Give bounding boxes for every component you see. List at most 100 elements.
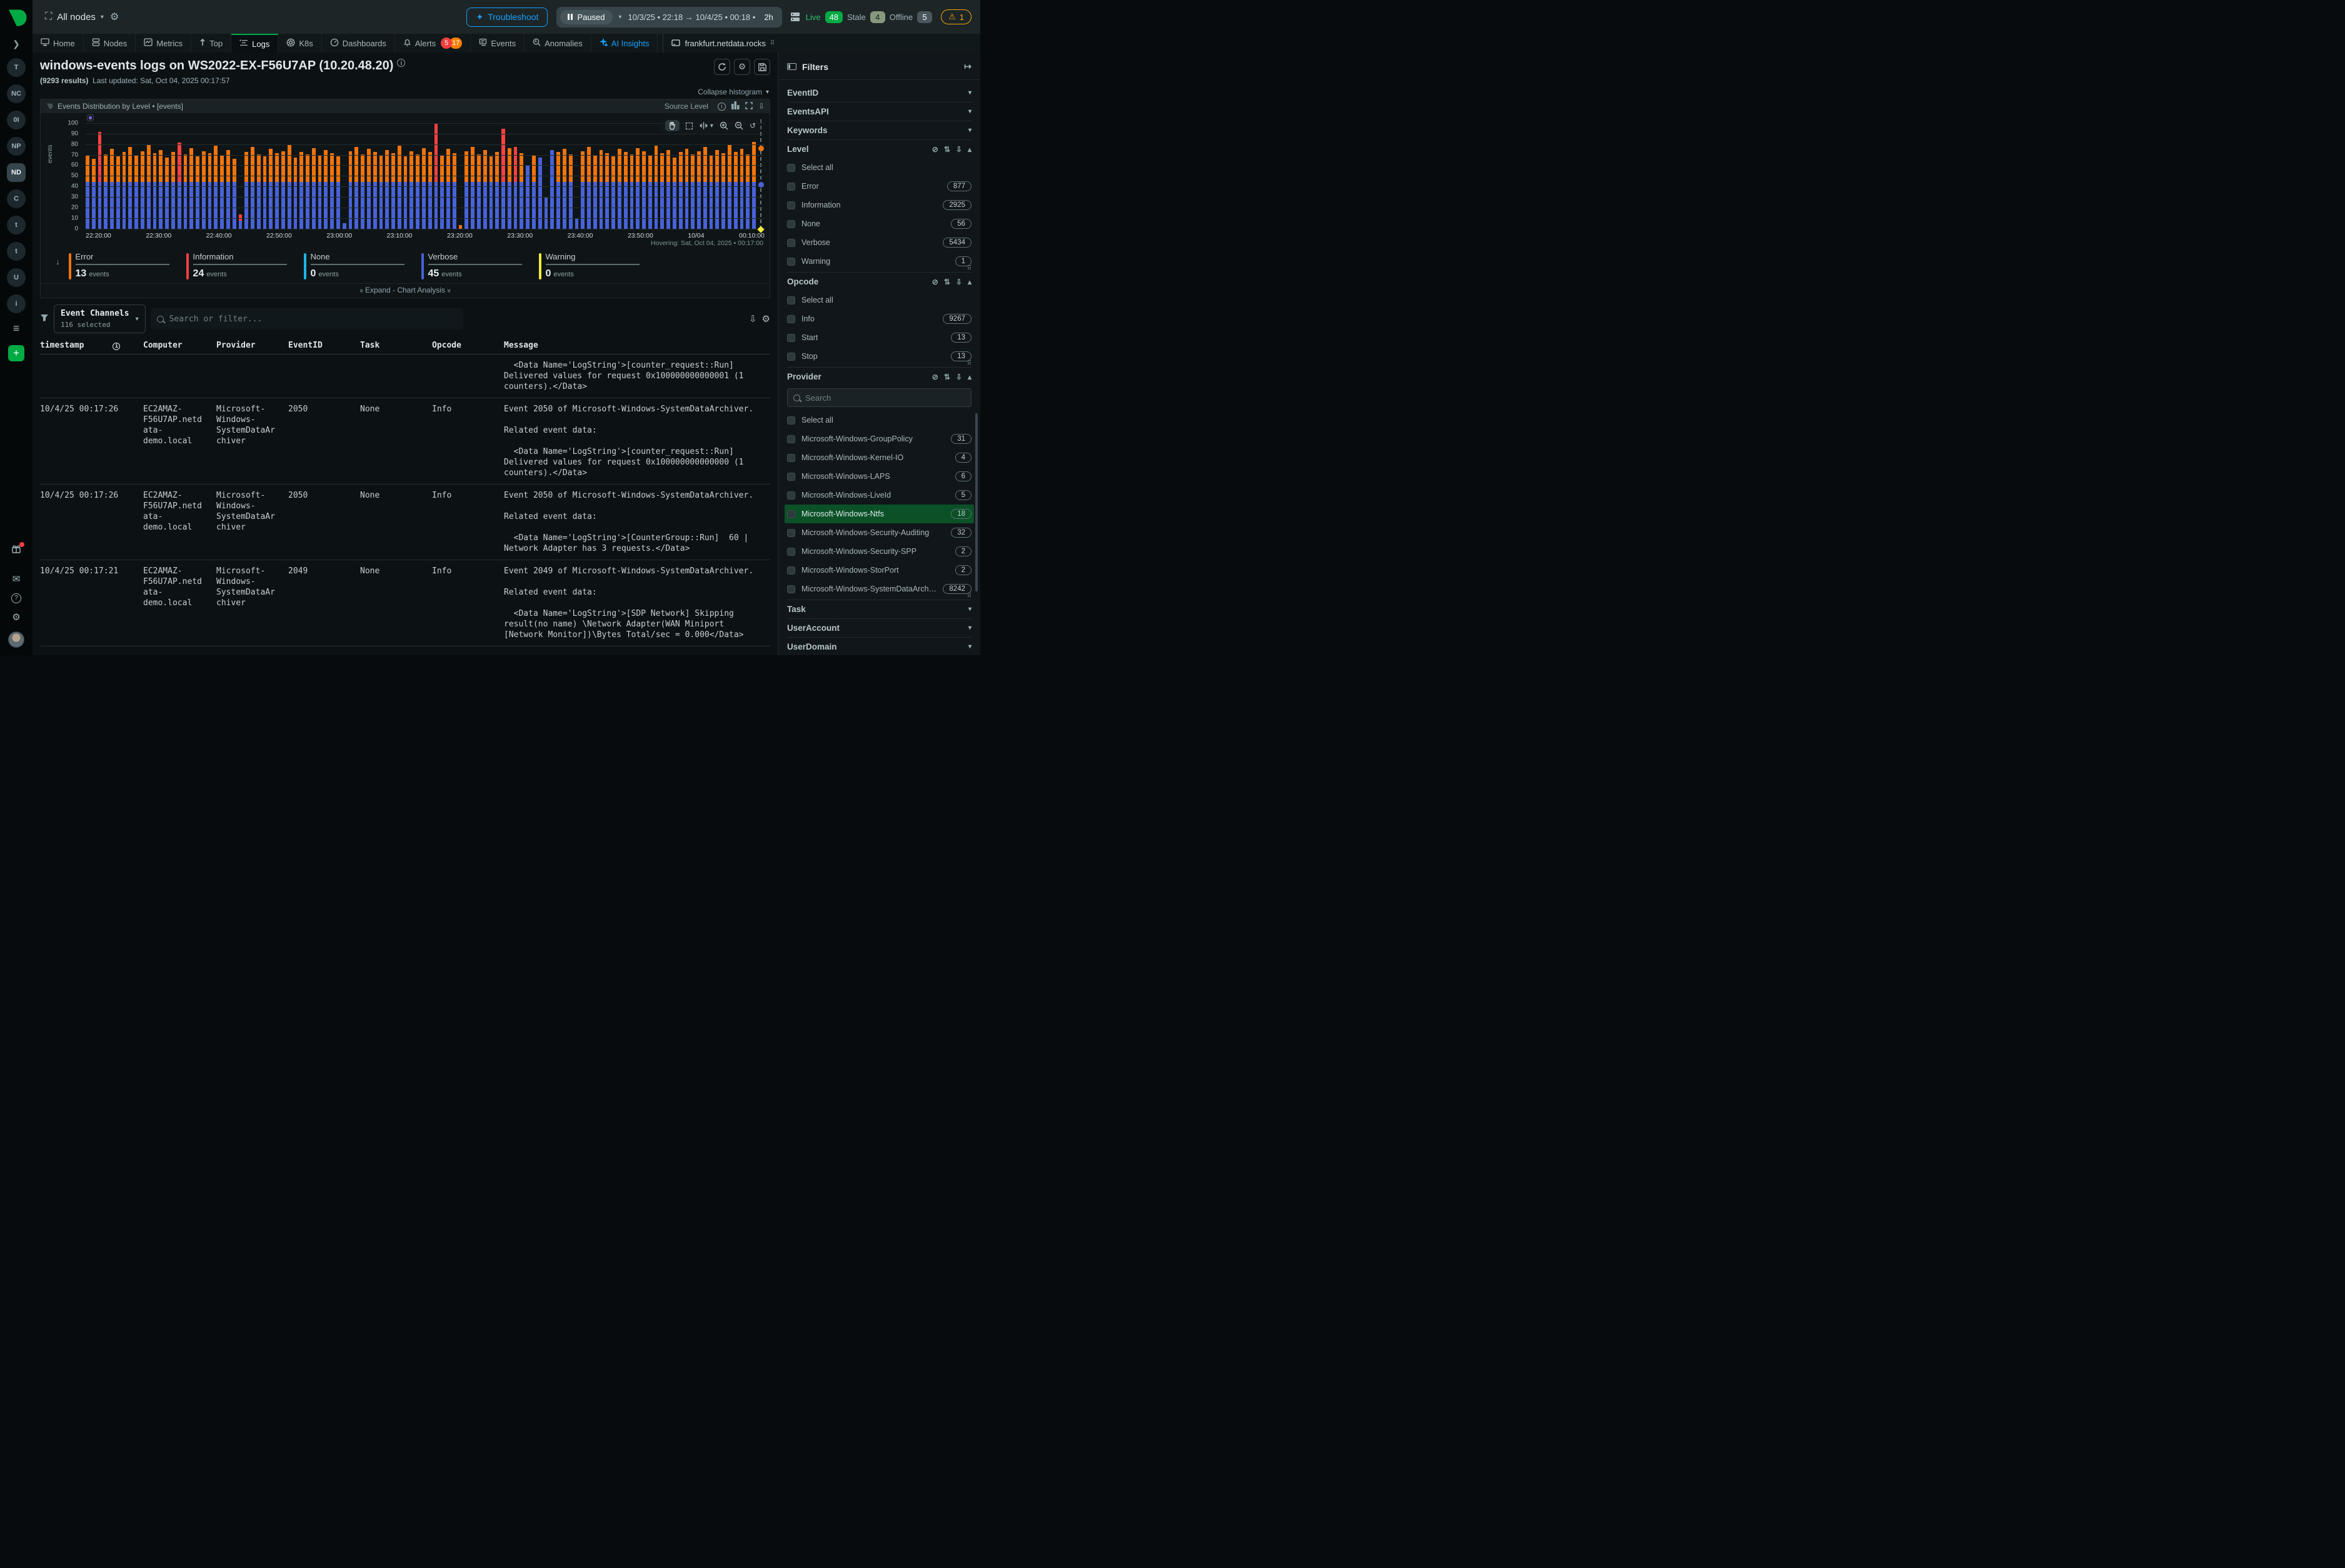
histogram-bar[interactable] (434, 124, 438, 229)
checkbox[interactable] (787, 548, 795, 556)
legend-sort-icon[interactable]: ↓ (56, 257, 60, 266)
workspace-avatar[interactable]: t (7, 242, 26, 261)
histogram-bar[interactable] (728, 145, 731, 229)
filter-option[interactable]: Verbose5434 (787, 233, 972, 252)
info-icon[interactable]: i (718, 103, 726, 111)
node-scope-selector[interactable]: ⛶ All nodes ▾ (45, 11, 104, 23)
histogram-bar[interactable] (563, 149, 566, 229)
checkbox[interactable] (787, 585, 795, 593)
histogram-bar[interactable] (685, 149, 689, 229)
filter-header-useraccount[interactable]: UserAccount▾ (787, 619, 972, 637)
histogram-bar[interactable] (587, 147, 591, 229)
pan-tool-icon[interactable] (665, 120, 680, 131)
fullscreen-icon[interactable] (745, 102, 753, 111)
download-icon[interactable]: ⇩ (956, 373, 962, 381)
histogram-bar[interactable] (446, 149, 450, 229)
legend-item-error[interactable]: Error13events (69, 252, 186, 279)
sort-icon[interactable]: ⇅ (944, 278, 950, 286)
tab-dashboards[interactable]: Dashboards (322, 34, 395, 53)
filter-header-eventsapi[interactable]: EventsAPI▾ (787, 103, 972, 121)
sort-icon[interactable]: ⇅ (944, 373, 950, 381)
histogram-chart[interactable]: events 1009080706050403020100 ▾ ↺ 22:20:… (41, 113, 770, 246)
checkbox[interactable] (787, 201, 795, 209)
column-header-message[interactable]: Message (504, 341, 770, 350)
histogram-bar[interactable] (159, 150, 163, 229)
histogram-bar[interactable] (508, 148, 511, 229)
menu-icon[interactable]: ≡ (13, 322, 20, 335)
filter-option[interactable]: Microsoft-Windows-Security-SPP2 (787, 542, 972, 561)
filter-header-task[interactable]: Task▾ (787, 600, 972, 618)
pause-button[interactable]: Paused (560, 10, 612, 24)
checkbox[interactable] (787, 416, 795, 425)
histogram-bar[interactable] (385, 150, 389, 229)
save-button[interactable] (754, 59, 770, 75)
download-icon[interactable]: ⇩ (956, 278, 962, 286)
tab-alerts[interactable]: Alerts517 (395, 34, 471, 53)
zoom-out-icon[interactable] (735, 121, 743, 130)
collapse-histogram-link[interactable]: Collapse histogram▾ (698, 88, 769, 96)
select-tool-icon[interactable] (686, 123, 693, 129)
histogram-bar[interactable] (655, 146, 658, 229)
help-icon[interactable]: ? (11, 593, 21, 603)
histogram-bar[interactable] (269, 149, 273, 229)
add-space-button[interactable]: + (8, 345, 24, 361)
exclude-icon[interactable]: ⊘ (932, 278, 938, 286)
invite-icon[interactable]: ✉ (13, 575, 21, 584)
export-icon[interactable]: ⇩ (749, 313, 757, 324)
histogram-bar[interactable] (483, 150, 487, 229)
scope-settings-icon[interactable]: ⚙ (110, 11, 119, 23)
histogram-bar[interactable] (98, 132, 102, 229)
column-header-eventid[interactable]: EventID (288, 341, 360, 350)
filter-option[interactable]: Microsoft-Windows-SystemDataArchiver8242 (787, 580, 972, 598)
histogram-bar[interactable] (354, 147, 358, 229)
column-header-computer[interactable]: Computer (143, 341, 216, 350)
sort-icon[interactable]: ⇅ (944, 145, 950, 154)
user-avatar[interactable] (8, 631, 24, 648)
histogram-bar[interactable] (703, 147, 707, 229)
checkbox[interactable] (787, 566, 795, 575)
filter-option[interactable]: Microsoft-Windows-Kernel-IO4 (787, 448, 972, 467)
histogram-bar[interactable] (545, 198, 548, 229)
column-header-task[interactable]: Task (360, 341, 432, 350)
table-row[interactable]: 10/4/25 00:17:26EC2AMAZ- F56U7AP.netd at… (40, 485, 770, 560)
column-header-provider[interactable]: Provider (216, 341, 288, 350)
drag-handle-icon[interactable]: ⠿ (770, 40, 774, 47)
histogram-bar[interactable] (110, 149, 114, 229)
table-row[interactable]: 10/4/25 00:17:21EC2AMAZ- F56U7AP.netd at… (40, 560, 770, 646)
histogram-bar[interactable] (214, 146, 218, 229)
tab-metrics[interactable]: Metrics (136, 34, 191, 53)
histogram-bar[interactable] (550, 150, 554, 229)
settings-icon[interactable]: ⚙ (12, 613, 20, 622)
checkbox[interactable] (787, 239, 795, 247)
histogram-bar[interactable] (422, 148, 426, 229)
table-row[interactable]: 10/4/25 00:17:21EC2AMAZ- F56U7AP.netd at… (40, 646, 770, 648)
column-header-timestamp[interactable]: timestampi (40, 341, 143, 350)
checkbox[interactable] (787, 183, 795, 191)
histogram-bar[interactable] (715, 150, 719, 229)
checkbox[interactable] (787, 473, 795, 481)
histogram-bar[interactable] (312, 148, 316, 229)
histogram-plot[interactable]: 1009080706050403020100 (86, 119, 765, 229)
provider-search-input[interactable]: Search (787, 388, 972, 407)
filter-header-eventid[interactable]: EventID▾ (787, 84, 972, 102)
event-channels-dropdown[interactable]: Event Channels116 selected ▾ (54, 304, 146, 333)
filter-option[interactable]: Information2925 (787, 196, 972, 214)
checkbox[interactable] (787, 353, 795, 361)
scrollbar-thumb[interactable] (975, 413, 978, 591)
refresh-button[interactable] (714, 59, 730, 75)
exclude-icon[interactable]: ⊘ (932, 373, 938, 381)
troubleshoot-button[interactable]: ✦Troubleshoot (466, 8, 548, 27)
workspace-avatar[interactable]: ND (7, 163, 26, 182)
column-header-opcode[interactable]: Opcode (432, 341, 504, 350)
info-icon[interactable]: i (113, 343, 120, 350)
filter-option[interactable]: Start13 (787, 328, 972, 347)
table-row[interactable]: 10/4/25 00:17:26EC2AMAZ- F56U7AP.netd at… (40, 398, 770, 485)
stale-count-badge[interactable]: 4 (870, 11, 885, 23)
alert-notifications-pill[interactable]: ⚠1 (941, 9, 972, 24)
resize-handle-icon[interactable]: ⠿ (787, 362, 972, 367)
checkbox[interactable] (787, 454, 795, 462)
legend-item-verbose[interactable]: Verbose45events (421, 252, 539, 279)
critical-alerts-badge[interactable]: 5 (441, 38, 452, 49)
select-all-item[interactable]: Select all (787, 158, 972, 177)
checkbox[interactable] (787, 164, 795, 172)
